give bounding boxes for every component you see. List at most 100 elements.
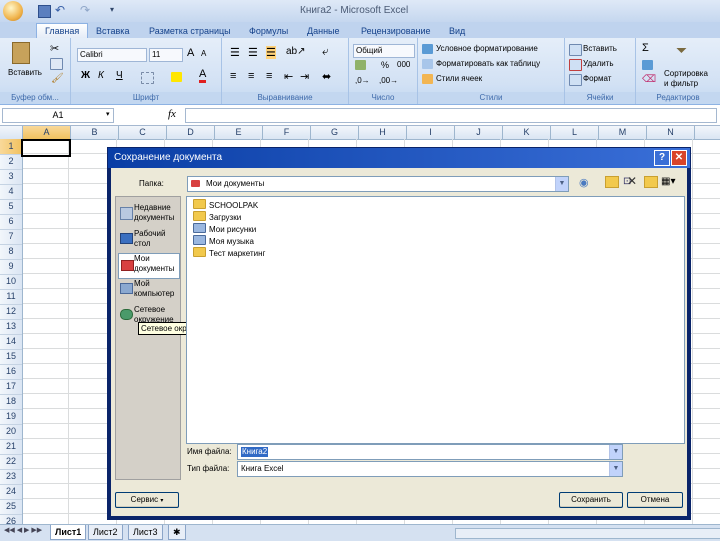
cell-styles-button[interactable]: Стили ячеек (436, 74, 482, 83)
name-box[interactable]: A1 (2, 108, 114, 123)
wrap-text-icon[interactable]: ⤶ (322, 44, 329, 59)
align-bottom-icon[interactable]: ☰ (266, 46, 276, 59)
tab-formulas[interactable]: Формулы (249, 24, 288, 38)
row-header[interactable]: 8 (0, 244, 22, 260)
orientation-icon[interactable]: ab↗ (286, 46, 306, 57)
align-middle-icon[interactable]: ☰ (248, 46, 258, 59)
help-icon[interactable]: ? (654, 150, 670, 166)
thousands-button[interactable]: 000 (397, 60, 410, 69)
percent-button[interactable]: % (381, 60, 389, 70)
column-header[interactable]: D (167, 126, 215, 139)
row-header[interactable]: 25 (0, 499, 22, 515)
decimal-increase-icon[interactable]: ,0→ (355, 76, 370, 85)
column-header[interactable]: N (647, 126, 695, 139)
align-top-icon[interactable]: ☰ (230, 46, 240, 59)
office-button[interactable] (3, 1, 23, 21)
cut-icon[interactable]: ✂ (50, 42, 59, 55)
row-header[interactable]: 6 (0, 214, 22, 230)
increase-indent-icon[interactable]: ⇥ (300, 70, 309, 83)
close-icon[interactable]: ✕ (671, 150, 687, 166)
row-header[interactable]: 13 (0, 319, 22, 335)
row-header[interactable]: 7 (0, 229, 22, 245)
row-header[interactable]: 17 (0, 379, 22, 395)
column-header[interactable]: K (503, 126, 551, 139)
align-right-icon[interactable]: ≡ (266, 70, 272, 82)
filter-button[interactable]: и фильтр (664, 79, 698, 88)
shrink-font-button[interactable]: A (201, 49, 206, 58)
insert-function-button[interactable]: fx (168, 108, 176, 120)
row-header[interactable]: 4 (0, 184, 22, 200)
formula-input[interactable] (185, 108, 717, 123)
paste-button[interactable]: Вставить (8, 68, 42, 77)
place-my-documents[interactable]: Мои документы (118, 253, 180, 279)
file-list[interactable]: SCHOOLPAK Загрузки Мои рисунки Моя музык… (186, 196, 685, 444)
italic-button[interactable]: К (98, 70, 104, 81)
first-sheet-icon[interactable]: ◀◀ ◀ ▶ ▶▶ (4, 526, 42, 534)
grow-font-button[interactable]: A (187, 47, 194, 59)
file-list-item[interactable]: Тест маркетинг (193, 247, 265, 259)
file-list-item[interactable]: SCHOOLPAK (193, 199, 258, 211)
filename-input[interactable]: Книга2 ▼ (237, 444, 623, 460)
name-box-dropdown-icon[interactable]: ▾ (106, 110, 110, 118)
save-icon[interactable] (38, 5, 51, 18)
conditional-format-button[interactable]: Условное форматирование (436, 44, 538, 53)
row-header[interactable]: 24 (0, 484, 22, 500)
views-icon[interactable]: ▦▾ (661, 176, 675, 187)
row-header[interactable]: 12 (0, 304, 22, 320)
underline-button[interactable]: Ч (116, 70, 123, 81)
sheet-tab-1[interactable]: Лист1 (50, 525, 87, 540)
row-header[interactable]: 1 (0, 139, 22, 155)
align-left-icon[interactable]: ≡ (230, 70, 236, 82)
row-header[interactable]: 2 (0, 154, 22, 170)
file-list-item[interactable]: Моя музыка (193, 235, 254, 247)
column-header[interactable]: J (455, 126, 503, 139)
column-header[interactable]: C (119, 126, 167, 139)
column-header[interactable]: B (71, 126, 119, 139)
font-size-select[interactable]: 11 (149, 48, 183, 62)
folder-select[interactable]: Мои документы ▼ (187, 176, 569, 192)
row-header[interactable]: 5 (0, 199, 22, 215)
row-header[interactable]: 3 (0, 169, 22, 185)
sheet-tab-3[interactable]: Лист3 (128, 525, 163, 540)
row-header[interactable]: 15 (0, 349, 22, 365)
back-icon[interactable]: ◉ (579, 176, 589, 189)
font-name-select[interactable]: Calibri (77, 48, 147, 62)
redo-icon[interactable]: ↷ (80, 3, 90, 17)
font-color-button[interactable]: A (199, 69, 207, 83)
sort-button[interactable]: Сортировка (664, 69, 708, 78)
format-as-table-button[interactable]: Форматировать как таблицу (436, 59, 540, 68)
clear-icon[interactable]: ⌫ (642, 74, 656, 85)
row-header[interactable]: 19 (0, 409, 22, 425)
borders-icon[interactable] (141, 72, 154, 84)
tools-button[interactable]: Сервис ▾ (115, 492, 179, 508)
merge-cells-icon[interactable]: ⬌ (322, 70, 331, 83)
column-header[interactable]: M (599, 126, 647, 139)
column-header[interactable]: G (311, 126, 359, 139)
tab-data[interactable]: Данные (307, 24, 340, 38)
up-folder-icon[interactable] (605, 176, 619, 188)
file-list-item[interactable]: Загрузки (193, 211, 241, 223)
column-header[interactable]: H (359, 126, 407, 139)
number-format-select[interactable]: Общий (353, 44, 415, 58)
undo-icon[interactable]: ↶ (55, 3, 65, 17)
insert-sheet-icon[interactable]: ✱ (168, 525, 186, 540)
currency-icon[interactable] (355, 60, 366, 70)
sheet-tab-2[interactable]: Лист2 (88, 525, 123, 540)
bold-button[interactable]: Ж (81, 70, 90, 81)
file-list-item[interactable]: Мои рисунки (193, 223, 256, 235)
format-cells-button[interactable]: Формат (583, 74, 611, 83)
column-header[interactable]: F (263, 126, 311, 139)
column-header[interactable]: I (407, 126, 455, 139)
delete-icon[interactable]: ✕ (627, 174, 637, 188)
format-painter-icon[interactable]: 🖌 (51, 73, 64, 84)
row-header[interactable]: 21 (0, 439, 22, 455)
column-header[interactable]: L (551, 126, 599, 139)
delete-cells-button[interactable]: Удалить (583, 59, 614, 68)
fill-color-icon[interactable] (171, 72, 182, 82)
row-header[interactable]: 10 (0, 274, 22, 290)
row-header[interactable]: 9 (0, 259, 22, 275)
filetype-select[interactable]: Книга Excel ▼ (237, 461, 623, 477)
autosum-icon[interactable]: Σ (642, 42, 649, 54)
paste-icon[interactable] (12, 42, 30, 64)
row-header[interactable]: 22 (0, 454, 22, 470)
